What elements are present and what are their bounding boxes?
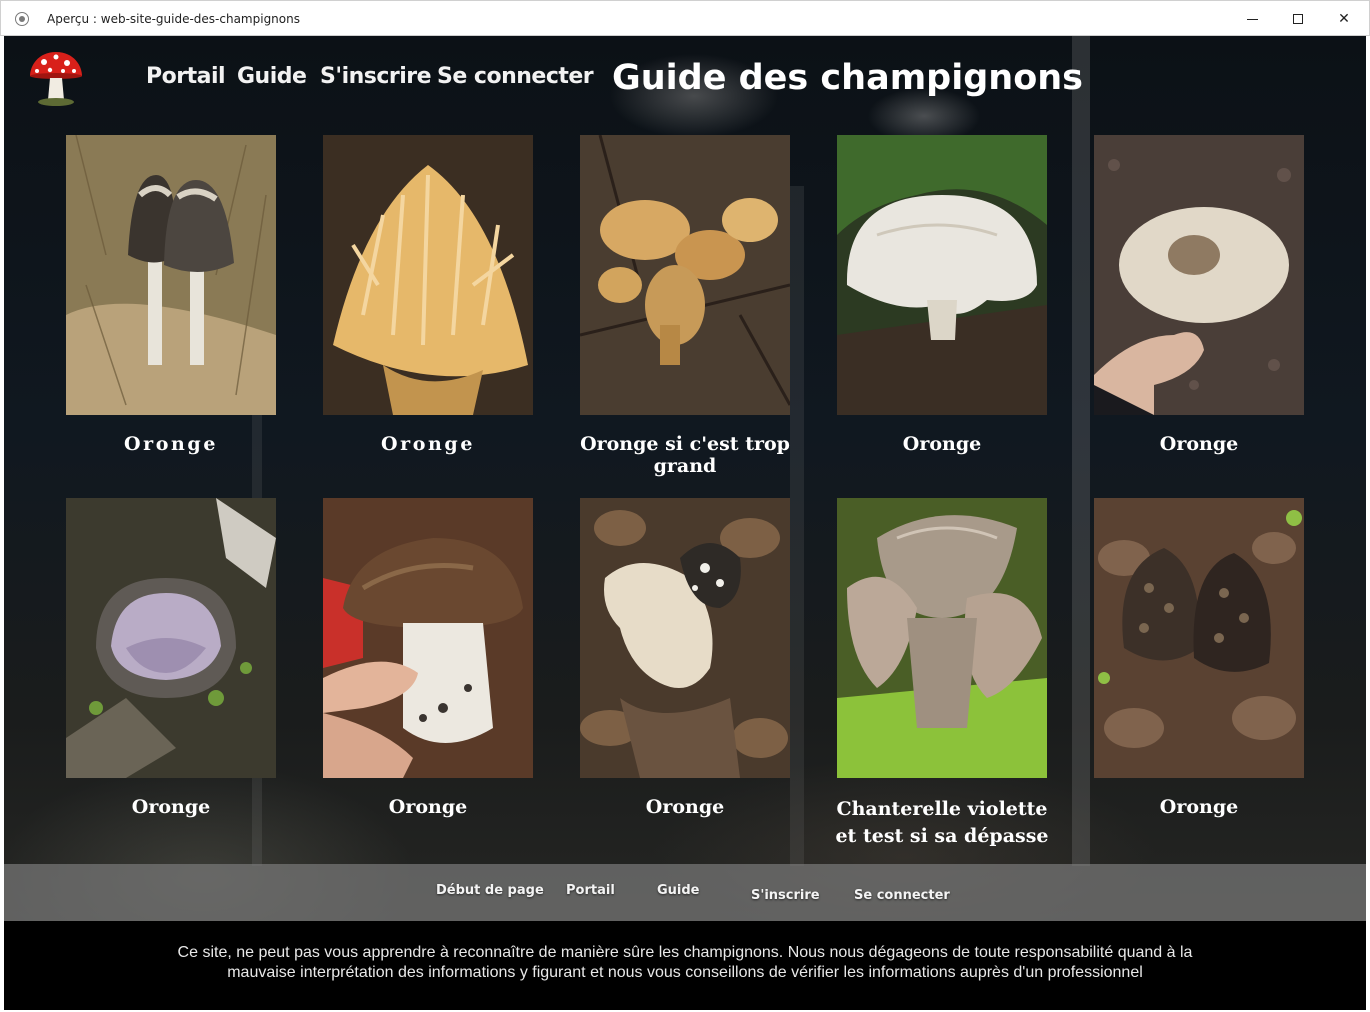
parasol-cap-in-hand-photo[interactable] (1094, 135, 1304, 415)
disclaimer-bar: Ce site, ne peut pas vous apprendre à re… (4, 921, 1366, 1010)
mushroom-card[interactable]: Oronge (323, 498, 533, 818)
card-caption: Oronge (1159, 796, 1239, 818)
hedgehog-mushroom-photo[interactable] (580, 498, 790, 778)
nav-se-connecter[interactable]: Se connecter (437, 64, 594, 89)
mushroom-card[interactable]: Oronge (1094, 498, 1304, 818)
footer-link-portail[interactable]: Portail (566, 883, 615, 898)
chanterelle-cluster-photo[interactable] (580, 135, 790, 415)
minimize-button[interactable] (1229, 5, 1275, 33)
mushroom-card[interactable]: Oronge (580, 498, 790, 818)
mushroom-card[interactable]: Oronge (1094, 135, 1304, 455)
nav-portail[interactable]: Portail (146, 64, 226, 89)
footer-link-sinscrire[interactable]: S'inscrire (751, 888, 820, 903)
site-header: Portail Guide S'inscrire Se connecter Gu… (4, 36, 1366, 126)
disclaimer-text: Ce site, ne peut pas vous apprendre à re… (177, 944, 1193, 981)
violet-chanterelle-photo[interactable] (837, 498, 1047, 778)
card-caption: Oronge (902, 433, 982, 455)
footer-link-guide[interactable]: Guide (657, 883, 700, 898)
close-icon: ✕ (1338, 11, 1350, 27)
amanita-logo-icon[interactable] (26, 46, 86, 108)
maximize-icon (1293, 14, 1303, 24)
mushroom-card[interactable]: Oronge si c'est trop grand (580, 135, 790, 477)
window-titlebar: Aperçu : web-site-guide-des-champignons … (0, 0, 1370, 36)
mushroom-card[interactable]: Oronge (66, 498, 276, 818)
card-caption: Oronge (645, 796, 725, 818)
mushroom-card[interactable]: Oronge (837, 135, 1047, 455)
morel-photo[interactable] (1094, 498, 1304, 778)
card-caption: Oronge (131, 796, 211, 818)
nav-guide[interactable]: Guide (237, 64, 307, 89)
mushroom-card[interactable]: Oronge (66, 135, 276, 455)
nav-sinscrire[interactable]: S'inscrire (320, 64, 432, 89)
coral-fungus-photo[interactable] (323, 135, 533, 415)
card-caption: Oronge si c'est trop grand (580, 433, 790, 477)
card-caption: Oronge (123, 433, 219, 455)
shaggy-ink-cap-photo[interactable] (66, 135, 276, 415)
maximize-button[interactable] (1275, 5, 1321, 33)
window-title: Aperçu : web-site-guide-des-champignons (47, 12, 300, 26)
mushroom-card[interactable]: Chanterelle violette et test si sa dépas… (835, 498, 1049, 850)
close-button[interactable]: ✕ (1321, 5, 1367, 33)
purple-cup-fungus-photo[interactable] (66, 498, 276, 778)
card-caption: Oronge (1159, 433, 1239, 455)
bolete-in-hand-photo[interactable] (323, 498, 533, 778)
white-mushroom-photo[interactable] (837, 135, 1047, 415)
card-caption: Chanterelle violette et test si sa dépas… (835, 798, 1049, 847)
background-stem (790, 186, 804, 866)
minimize-icon (1246, 18, 1258, 20)
app-icon (15, 12, 29, 26)
page-title: Guide des champignons (612, 58, 1083, 98)
background-stem (1072, 36, 1090, 866)
footer-link-se-connecter[interactable]: Se connecter (854, 888, 950, 903)
footer-link-top[interactable]: Début de page (436, 883, 544, 898)
mushroom-card[interactable]: Oronge (323, 135, 533, 455)
page-viewport: Portail Guide S'inscrire Se connecter Gu… (4, 36, 1366, 1010)
card-caption: Oronge (388, 796, 468, 818)
footer-nav: Début de page Portail Guide S'inscrire S… (4, 864, 1366, 921)
card-caption: Oronge (380, 433, 476, 455)
